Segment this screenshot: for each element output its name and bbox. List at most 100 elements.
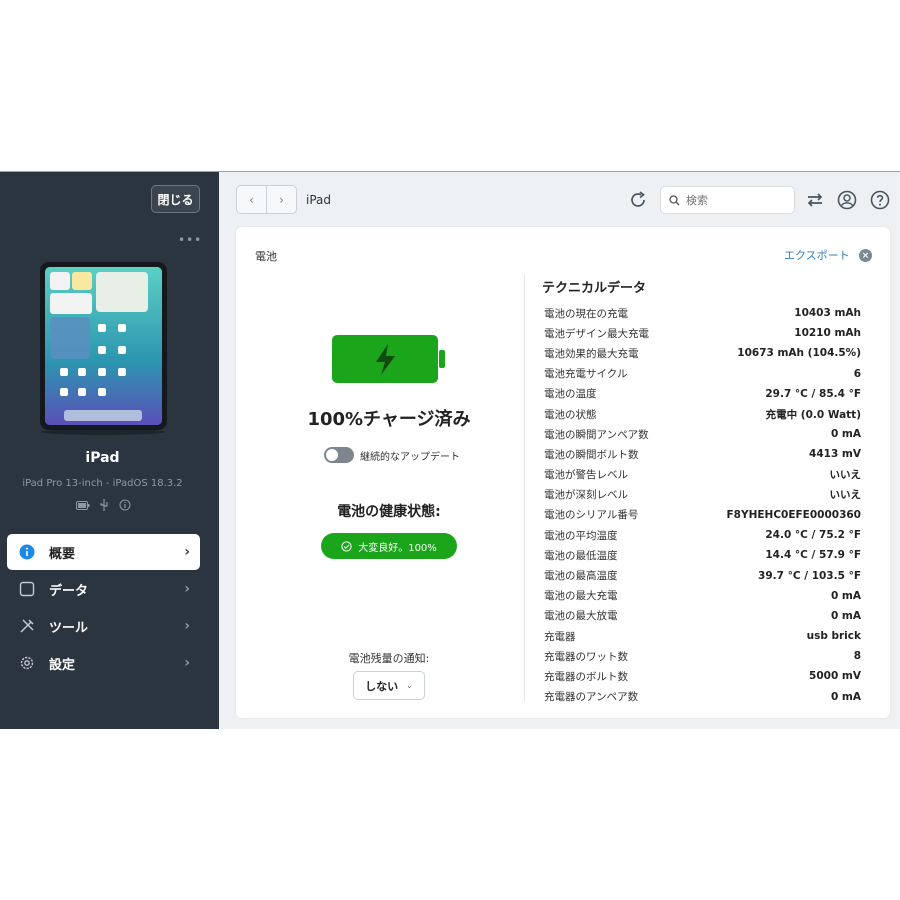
tech-row: 電池デザイン最大充電 10210 mAh [544, 323, 861, 343]
notify-label: 電池残量の通知: [348, 652, 430, 665]
sidebar-item-data[interactable]: データ › [7, 571, 200, 607]
export-link[interactable]: エクスポート [784, 247, 850, 263]
tech-row-value: いいえ [829, 469, 862, 482]
search-input[interactable] [686, 193, 786, 207]
tech-row: 電池効果的最大充電 10673 mAh (104.5%) [544, 343, 861, 363]
health-badge: 大変良好。100% [321, 533, 457, 559]
account-icon[interactable] [836, 189, 858, 211]
tech-row-key: 電池充電サイクル [544, 368, 628, 381]
back-button[interactable]: ‹ [237, 186, 266, 213]
history-nav: ‹ › [236, 185, 297, 214]
tech-row-key: 充電器のボルト数 [544, 670, 628, 683]
tech-row: 充電器 usb brick [544, 626, 861, 646]
breadcrumb: iPad [306, 193, 332, 207]
search-box[interactable] [660, 186, 795, 214]
tech-row-key: 充電器のワット数 [544, 650, 628, 663]
tech-row: 電池の瞬間アンペア数 0 mA [544, 424, 861, 444]
chevron-right-icon: › [184, 544, 190, 560]
sidebar-nav: 概要 › データ › ツール › 設定 › [7, 534, 200, 682]
tech-data-table: 電池の現在の充電 10403 mAh 電池デザイン最大充電 10210 mAh 電池効果… [544, 303, 861, 707]
chevron-right-icon: › [184, 581, 190, 597]
close-icon[interactable]: × [859, 249, 872, 262]
tech-row-key: 電池の状態 [544, 408, 597, 421]
chevron-right-icon: › [184, 618, 190, 634]
tech-row: 充電器のワット数 8 [544, 646, 861, 666]
transfer-icon[interactable] [804, 189, 826, 211]
gear-icon [19, 655, 35, 671]
tech-row-value: 4413 mV [809, 448, 861, 461]
refresh-icon[interactable] [627, 189, 649, 211]
ipad-image [40, 262, 167, 435]
device-subtitle: iPad Pro 13-inch - iPadOS 18.3.2 [22, 478, 183, 489]
tech-row: 電池が深刻レベル いいえ [544, 485, 861, 505]
help-icon[interactable] [869, 189, 891, 211]
tech-row-value: usb brick [806, 630, 861, 643]
tech-data-title: テクニカルデータ [542, 281, 647, 296]
tech-row-value: 24.0 °C / 75.2 °F [765, 529, 861, 542]
chevron-right-icon: › [184, 655, 190, 671]
tech-row: 充電器のアンペア数 0 mA [544, 687, 861, 707]
device-name: iPad [85, 450, 120, 466]
tech-row: 電池の最高温度 39.7 °C / 103.5 °F [544, 565, 861, 585]
tech-row-key: 電池の温度 [544, 388, 597, 401]
forward-button[interactable]: › [266, 186, 296, 213]
tech-row-value: 0 mA [830, 428, 861, 441]
tech-row-value: 0 mA [830, 609, 861, 622]
tech-row: 電池の温度 29.7 °C / 85.4 °F [544, 384, 861, 404]
tech-row-value: 0 mA [830, 690, 861, 703]
continuous-update-toggle[interactable] [324, 447, 354, 463]
tech-row: 電池の現在の充電 10403 mAh [544, 303, 861, 323]
tech-row-value: 6 [853, 367, 861, 380]
sidebar-item-settings[interactable]: 設定 › [7, 645, 200, 681]
tech-row-key: 電池のシリアル番号 [544, 509, 639, 522]
tech-row-value: いいえ [829, 489, 862, 502]
search-icon [669, 194, 680, 205]
tech-row: 電池が警告レベル いいえ [544, 465, 861, 485]
notify-select-value: しない [365, 679, 399, 693]
sidebar-item-label: 設定 [49, 657, 76, 673]
info-small-icon[interactable] [118, 499, 132, 511]
close-button[interactable]: 閉じる [151, 185, 200, 213]
continuous-update-label: 継続的なアップデート [360, 451, 460, 463]
tech-row-key: 電池の最大放電 [544, 610, 618, 623]
tech-row-key: 充電器 [544, 630, 576, 643]
continuous-update-row: 継続的なアップデート [324, 447, 460, 463]
card-title: 電池 [255, 250, 277, 263]
sidebar-item-overview[interactable]: 概要 › [7, 534, 200, 570]
tech-row: 電池充電サイクル 6 [544, 364, 861, 384]
chevron-down-icon: ⌄ [406, 681, 413, 690]
tech-row: 電池のシリアル番号 F8YHEHC0EFE0000360 [544, 505, 861, 525]
tech-row-key: 電池の最高温度 [544, 570, 618, 583]
sidebar-item-tools[interactable]: ツール › [7, 608, 200, 644]
sidebar-item-label: ツール [49, 620, 89, 636]
tech-row-value: 14.4 °C / 57.9 °F [765, 549, 861, 562]
tech-row-key: 電池デザイン最大充電 [544, 327, 649, 340]
tech-row: 電池の最大放電 0 mA [544, 606, 861, 626]
tech-row: 電池の状態 充電中 (0.0 Watt) [544, 404, 861, 424]
tech-row-key: 電池の最大充電 [544, 590, 618, 603]
tech-row-key: 電池の平均温度 [544, 529, 618, 542]
tech-row: 電池の最大充電 0 mA [544, 586, 861, 606]
tech-row-key: 電池の瞬間アンペア数 [544, 428, 649, 441]
toolbar: ‹ › iPad [219, 172, 900, 226]
battery-small-icon [76, 499, 90, 511]
tech-row: 電池の平均温度 24.0 °C / 75.2 °F [544, 525, 861, 545]
battery-card: 電池 エクスポート × 100%チャージ済み 継続的なアップデート 電池の健康状… [236, 227, 890, 718]
more-icon[interactable]: ••• [178, 233, 202, 247]
tech-row-value: F8YHEHC0EFE0000360 [726, 508, 861, 521]
info-icon [19, 544, 35, 560]
tools-icon [19, 618, 35, 634]
tech-row-key: 電池の瞬間ボルト数 [544, 448, 639, 461]
tech-row-key: 電池が深刻レベル [544, 489, 628, 502]
tech-row-value: 10673 mAh (104.5%) [737, 347, 861, 360]
tech-row-value: 8 [853, 650, 861, 663]
health-title: 電池の健康状態: [337, 504, 441, 520]
health-badge-label: 大変良好。100% [358, 542, 437, 554]
sidebar-item-label: データ [49, 583, 89, 599]
notify-select[interactable]: しない ⌄ [353, 671, 425, 700]
tech-row-value: 10403 mAh [794, 307, 861, 320]
check-circle-icon [341, 540, 352, 552]
tech-row-key: 電池の現在の充電 [544, 307, 628, 320]
charge-status: 100%チャージ済み [307, 409, 471, 430]
tech-row-value: 29.7 °C / 85.4 °F [765, 387, 861, 400]
